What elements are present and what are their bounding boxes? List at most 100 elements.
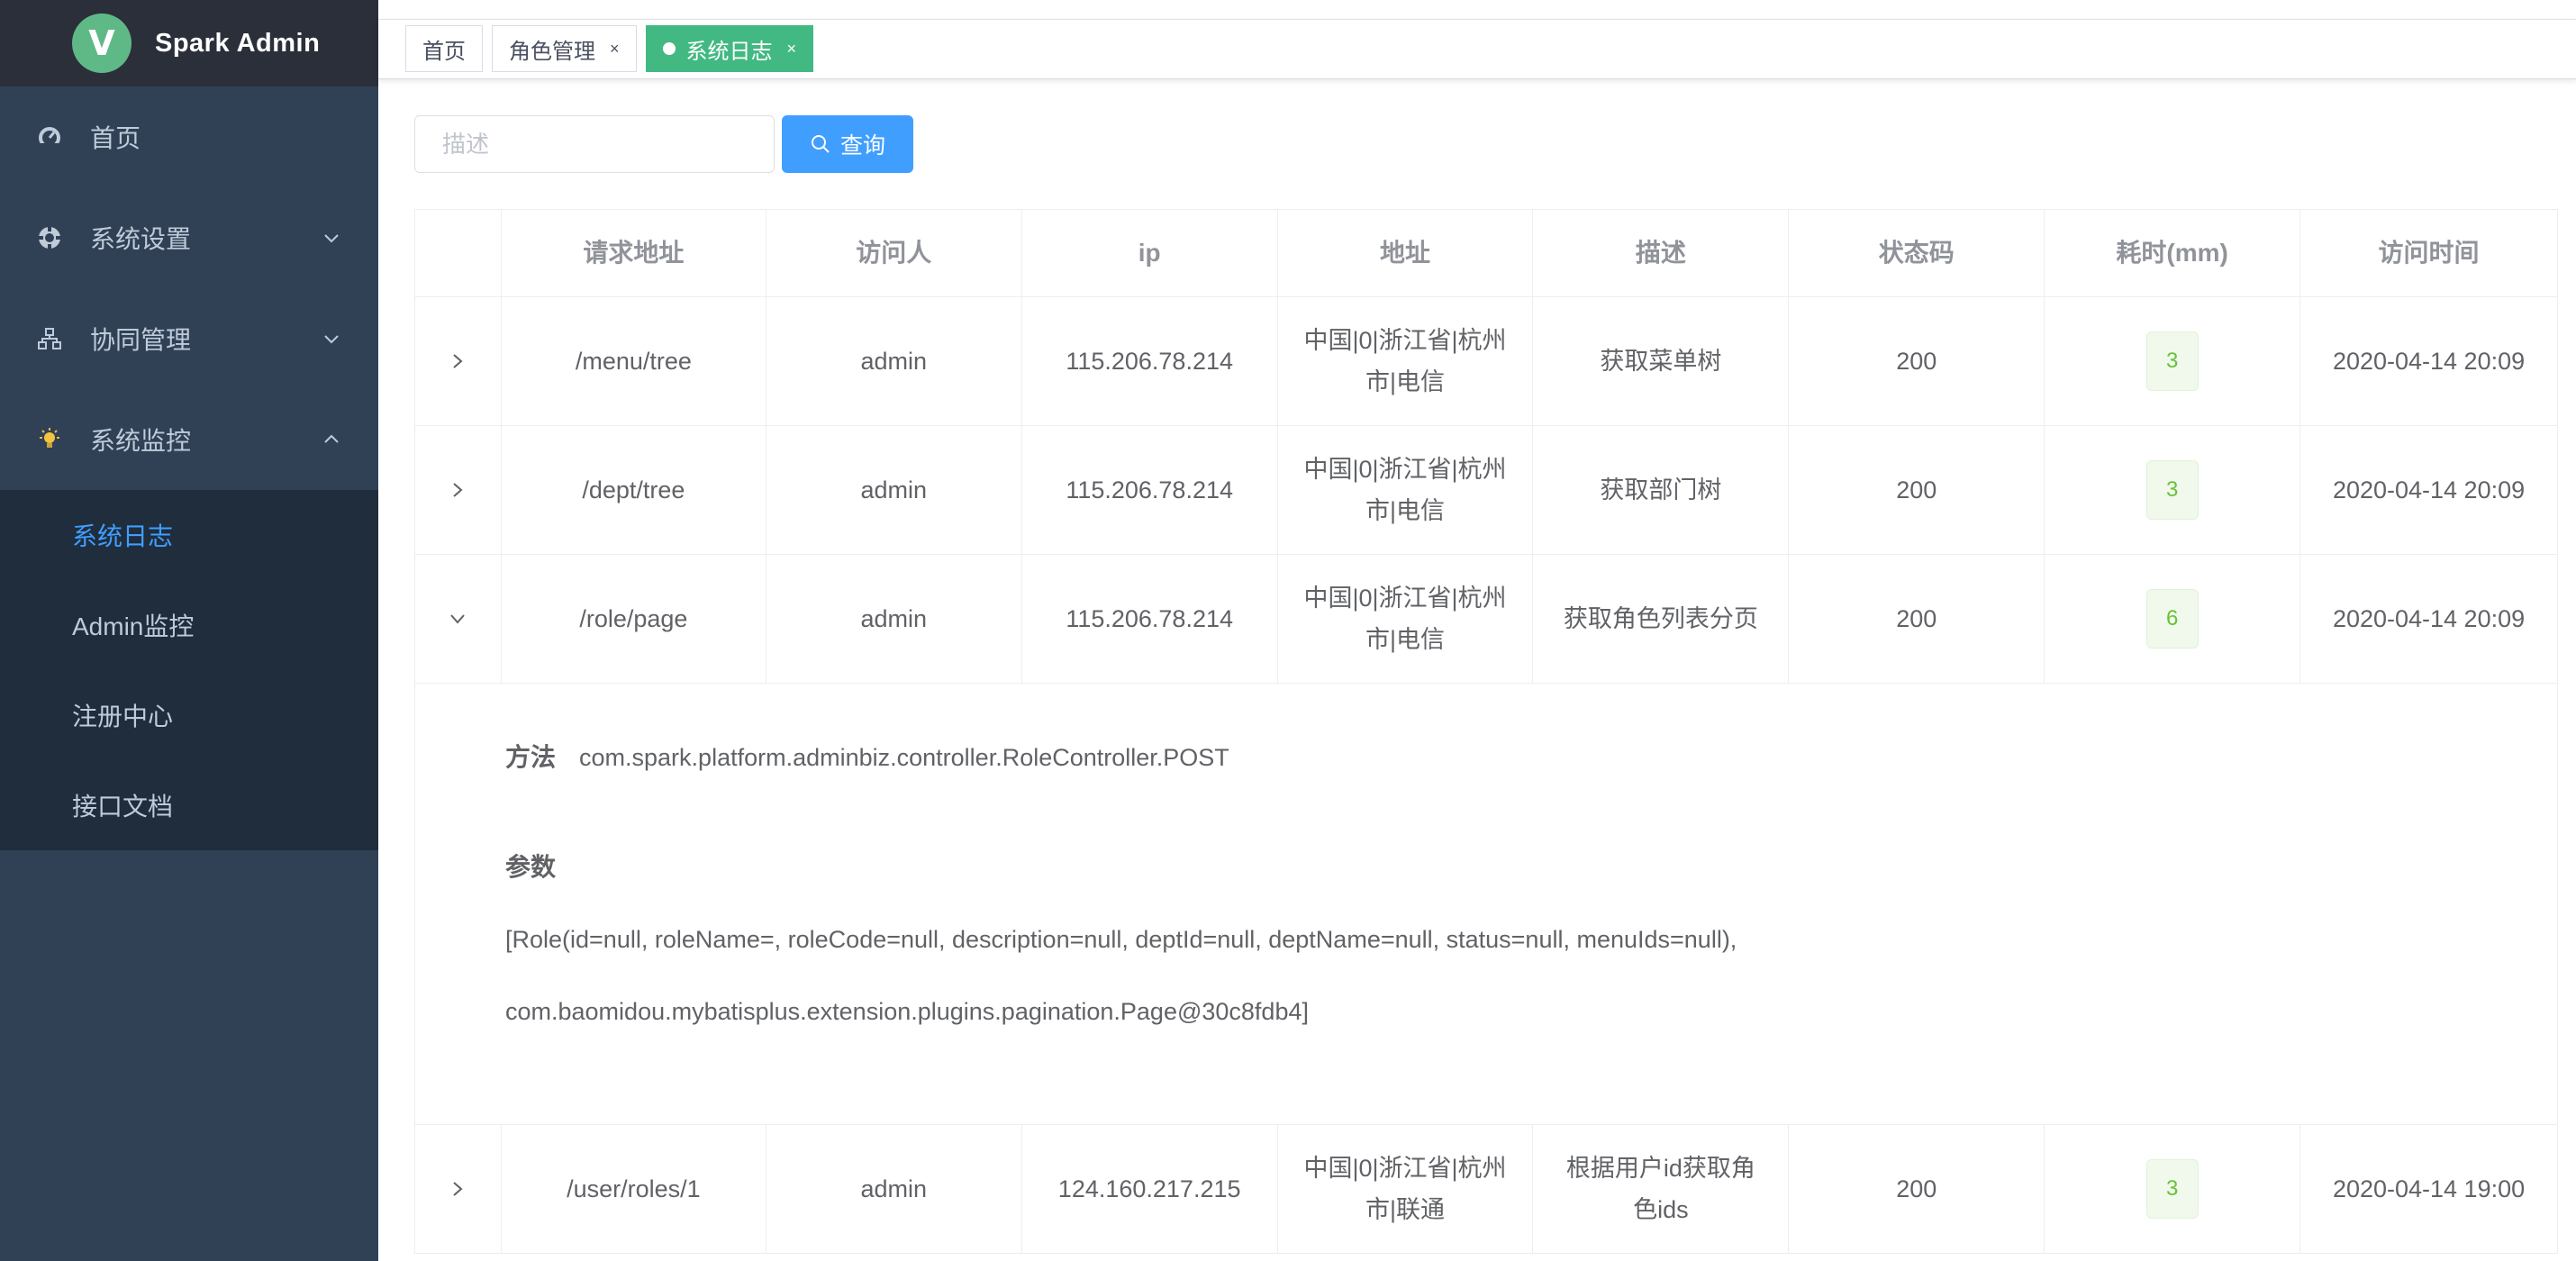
sidebar-item-system-monitor[interactable]: 系统监控 bbox=[0, 389, 378, 490]
header-description: 描述 bbox=[1533, 210, 1790, 296]
sidebar-item-collaboration[interactable]: 协同管理 bbox=[0, 288, 378, 389]
sidebar-item-label: 协同管理 bbox=[90, 326, 192, 354]
submenu-item-api-docs[interactable]: 接口文档 bbox=[0, 760, 378, 850]
cell-ip: 115.206.78.214 bbox=[1022, 426, 1278, 554]
header-user: 访问人 bbox=[766, 210, 1022, 296]
table-header: 请求地址 访问人 ip 地址 描述 状态码 耗时(mm) 访问时间 bbox=[415, 210, 2558, 297]
header-expand bbox=[415, 210, 502, 296]
header-url: 请求地址 bbox=[502, 210, 766, 296]
cell-url: /role/page bbox=[502, 555, 766, 683]
sidebar-item-system-settings[interactable]: 系统设置 bbox=[0, 187, 378, 288]
sidebar: V Spark Admin 首页 系统设置 协同管理 系统监控 系统日志 Adm… bbox=[0, 0, 378, 1261]
cell-ip: 124.160.217.215 bbox=[1022, 1125, 1278, 1253]
header-status: 状态码 bbox=[1789, 210, 2045, 296]
tag-label: 首页 bbox=[422, 39, 466, 64]
time-cost-badge: 6 bbox=[2145, 589, 2199, 649]
chevron-down-icon bbox=[324, 335, 339, 344]
cell-description: 根据用户id获取角 色ids bbox=[1533, 1125, 1790, 1253]
params-value-line-1: [Role(id=null, roleName=, roleCode=null,… bbox=[505, 926, 1737, 953]
close-icon[interactable]: × bbox=[610, 40, 620, 59]
cell-ip: 115.206.78.214 bbox=[1022, 297, 1278, 425]
search-button-label: 查询 bbox=[839, 133, 885, 159]
chevron-right-icon[interactable] bbox=[444, 476, 471, 503]
params-value-line-2: com.baomidou.mybatisplus.extension.plugi… bbox=[505, 998, 1309, 1025]
navbar bbox=[378, 0, 2576, 20]
submenu-system-monitor: 系统日志 Admin监控 注册中心 接口文档 bbox=[0, 490, 378, 850]
cell-user: admin bbox=[766, 1125, 1022, 1253]
table-row: /role/page admin 115.206.78.214 中国|0|浙江省… bbox=[415, 555, 2558, 684]
header-ip: ip bbox=[1022, 210, 1278, 296]
cell-status: 200 bbox=[1789, 555, 2045, 683]
expanded-row-detail: 方法 com.spark.platform.adminbiz.controlle… bbox=[415, 684, 2558, 1125]
chevron-right-icon[interactable] bbox=[444, 348, 471, 375]
cell-url: /dept/tree bbox=[502, 426, 766, 554]
time-cost-badge: 3 bbox=[2145, 460, 2199, 520]
method-line: 方法 com.spark.platform.adminbiz.controlle… bbox=[505, 738, 2557, 774]
dashboard-icon bbox=[36, 123, 63, 150]
table-row: /dept/tree admin 115.206.78.214 中国|0|浙江省… bbox=[415, 426, 2558, 555]
main-content: 首页 角色管理 × 系统日志 × 查询 请求地址 访问人 ip 地址 描述 状态… bbox=[378, 0, 2576, 1261]
params-label: 参数 bbox=[505, 853, 557, 881]
tag-system-log[interactable]: 系统日志 × bbox=[645, 25, 814, 72]
sidebar-item-label: 首页 bbox=[90, 124, 141, 152]
monitor-bulb-icon bbox=[36, 426, 63, 453]
cell-description: 获取部门树 bbox=[1533, 426, 1790, 554]
cell-user: admin bbox=[766, 555, 1022, 683]
search-button[interactable]: 查询 bbox=[782, 115, 913, 173]
submenu-item-registry[interactable]: 注册中心 bbox=[0, 670, 378, 760]
cell-visit-time: 2020-04-14 20:09 bbox=[2300, 426, 2558, 554]
cell-address: 中国|0|浙江省|杭州 市|电信 bbox=[1278, 297, 1534, 425]
cell-visit-time: 2020-04-14 20:09 bbox=[2300, 555, 2558, 683]
cell-url: /menu/tree bbox=[502, 297, 766, 425]
header-visit-time: 访问时间 bbox=[2300, 210, 2558, 296]
header-address: 地址 bbox=[1278, 210, 1534, 296]
tag-label: 系统日志 bbox=[685, 39, 773, 64]
sidebar-item-label: 系统监控 bbox=[90, 427, 192, 455]
logo-bar[interactable]: V Spark Admin bbox=[0, 0, 378, 86]
log-table: 请求地址 访问人 ip 地址 描述 状态码 耗时(mm) 访问时间 /menu/… bbox=[414, 209, 2558, 1254]
submenu-item-admin-monitor[interactable]: Admin监控 bbox=[0, 580, 378, 670]
tag-label: 角色管理 bbox=[509, 39, 595, 64]
cell-status: 200 bbox=[1789, 426, 2045, 554]
submenu-item-system-log[interactable]: 系统日志 bbox=[0, 490, 378, 580]
cell-visit-time: 2020-04-14 20:09 bbox=[2300, 297, 2558, 425]
tags-view: 首页 角色管理 × 系统日志 × bbox=[378, 20, 2576, 79]
time-cost-badge: 3 bbox=[2145, 331, 2199, 391]
settings-gear-icon bbox=[36, 224, 63, 251]
cell-ip: 115.206.78.214 bbox=[1022, 555, 1278, 683]
chevron-right-icon[interactable] bbox=[444, 1175, 471, 1202]
cell-description: 获取菜单树 bbox=[1533, 297, 1790, 425]
cell-user: admin bbox=[766, 297, 1022, 425]
cell-user: admin bbox=[766, 426, 1022, 554]
time-cost-badge: 3 bbox=[2145, 1159, 2199, 1219]
search-icon bbox=[811, 135, 830, 153]
chevron-up-icon bbox=[324, 434, 339, 443]
cell-url: /user/roles/1 bbox=[502, 1125, 766, 1253]
sidebar-item-label: 系统设置 bbox=[90, 225, 192, 253]
cell-visit-time: 2020-04-14 19:00 bbox=[2300, 1125, 2558, 1253]
chevron-down-icon bbox=[324, 234, 339, 243]
header-time-cost: 耗时(mm) bbox=[2045, 210, 2301, 296]
tag-home[interactable]: 首页 bbox=[405, 25, 483, 72]
cell-address: 中国|0|浙江省|杭州 市|电信 bbox=[1278, 426, 1534, 554]
sitemap-icon bbox=[36, 325, 63, 352]
method-label: 方法 bbox=[505, 743, 557, 771]
app-title: Spark Admin bbox=[155, 28, 321, 58]
cell-status: 200 bbox=[1789, 297, 2045, 425]
table-body: /menu/tree admin 115.206.78.214 中国|0|浙江省… bbox=[415, 297, 2558, 1254]
logo-icon: V bbox=[72, 14, 132, 73]
cell-address: 中国|0|浙江省|杭州 市|电信 bbox=[1278, 555, 1534, 683]
active-dot-icon bbox=[662, 42, 676, 55]
tag-role-management[interactable]: 角色管理 × bbox=[492, 25, 637, 72]
search-input[interactable] bbox=[414, 115, 775, 173]
cell-status: 200 bbox=[1789, 1125, 2045, 1253]
cell-description: 获取角色列表分页 bbox=[1533, 555, 1790, 683]
sidebar-item-home[interactable]: 首页 bbox=[0, 86, 378, 187]
close-icon[interactable]: × bbox=[787, 40, 797, 59]
search-bar: 查询 bbox=[414, 115, 913, 173]
method-value: com.spark.platform.adminbiz.controller.R… bbox=[579, 744, 1229, 771]
cell-address: 中国|0|浙江省|杭州 市|联通 bbox=[1278, 1125, 1534, 1253]
table-row: /menu/tree admin 115.206.78.214 中国|0|浙江省… bbox=[415, 297, 2558, 426]
chevron-down-icon[interactable] bbox=[444, 605, 471, 632]
table-row: /user/roles/1 admin 124.160.217.215 中国|0… bbox=[415, 1125, 2558, 1254]
